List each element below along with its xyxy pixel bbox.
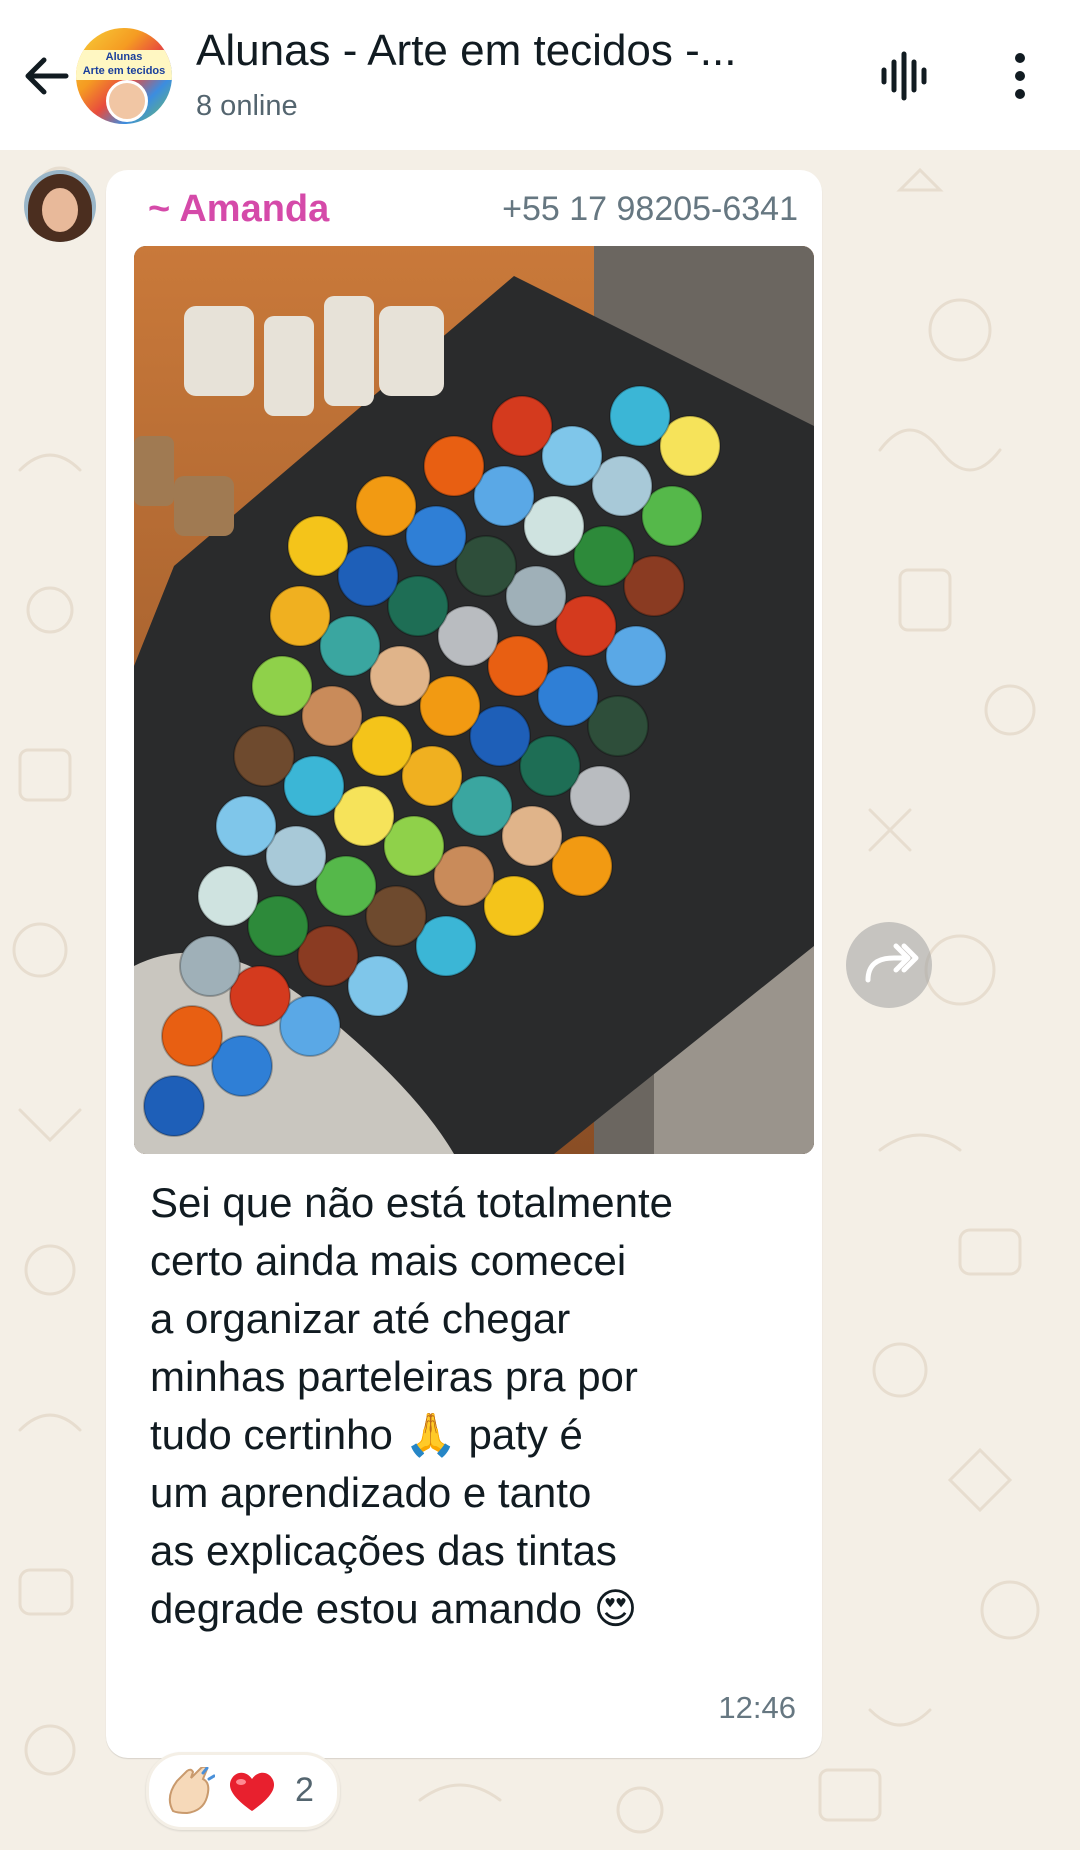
voice-chat-icon[interactable] <box>878 48 934 104</box>
reaction-count: 2 <box>295 1771 314 1809</box>
heart-eyes-emoji: 😍 <box>593 1584 638 1633</box>
paint-jar-cap <box>143 1075 205 1137</box>
paint-jar-cap <box>287 515 349 577</box>
forward-button[interactable] <box>846 922 932 1008</box>
paint-jar-cap <box>609 385 671 447</box>
heart-emoji-icon <box>227 1769 277 1813</box>
paint-crate-image <box>134 246 814 1154</box>
paint-jar-cap <box>423 435 485 497</box>
online-status: 8 online <box>196 90 298 122</box>
paint-jar-cap <box>161 1005 223 1067</box>
pray-emoji: 🙏 <box>404 1410 457 1459</box>
message-text: Sei que não está totalmente certo ainda … <box>150 1174 770 1638</box>
paint-jar-cap <box>269 585 331 647</box>
back-arrow-icon[interactable] <box>18 48 74 104</box>
group-avatar-face <box>106 80 148 122</box>
paint-jar-cap <box>233 725 295 787</box>
more-options-icon[interactable] <box>1000 48 1040 104</box>
forward-icon <box>865 943 919 983</box>
message-bubble[interactable]: ~ Amanda +55 17 98205-6341 Sei que não e… <box>106 170 822 1758</box>
chat-header: Alunas Arte em tecidos Alunas - Arte em … <box>0 0 1080 150</box>
paint-jar-cap <box>197 865 259 927</box>
clap-emoji-icon <box>163 1765 216 1815</box>
sender-name[interactable]: ~ Amanda <box>148 188 329 231</box>
paint-jar-cap <box>215 795 277 857</box>
paint-jar-cap <box>355 475 417 537</box>
group-avatar-label: Alunas Arte em tecidos <box>76 50 172 80</box>
avatar-face <box>42 188 78 232</box>
paint-jar-cap <box>491 395 553 457</box>
group-avatar[interactable]: Alunas Arte em tecidos <box>76 28 172 124</box>
sender-phone[interactable]: +55 17 98205-6341 <box>502 190 798 229</box>
paint-jar-cap <box>251 655 313 717</box>
reactions-pill[interactable]: 2 <box>146 1752 340 1830</box>
message-photo[interactable] <box>134 246 814 1154</box>
sender-avatar[interactable] <box>24 170 96 242</box>
message-time: 12:46 <box>718 1690 796 1725</box>
paint-jar-cap <box>179 935 241 997</box>
chat-title[interactable]: Alunas - Arte em tecidos -... <box>196 26 806 76</box>
